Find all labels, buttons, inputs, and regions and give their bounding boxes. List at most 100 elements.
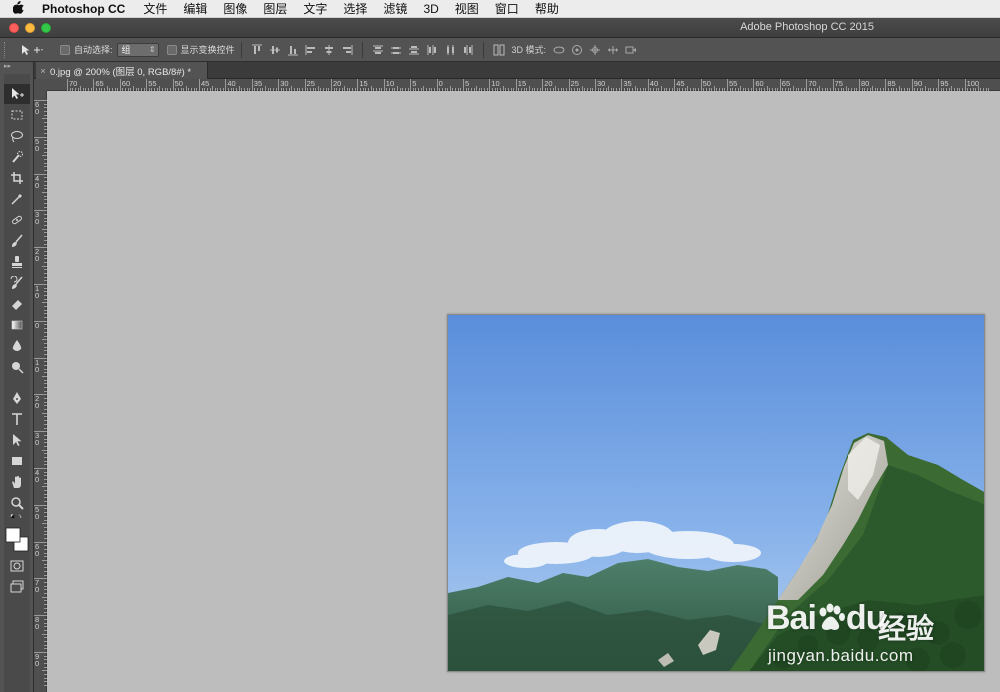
close-tab-icon[interactable]: × [36,66,50,76]
crop-tool-button[interactable] [4,168,30,188]
menu-app-name[interactable]: Photoshop CC [36,0,135,18]
ruler-label: 10 [491,79,500,88]
distribute-bottom-icon[interactable] [405,42,423,58]
ruler-tick [262,88,264,91]
distribute-top-icon[interactable] [369,42,387,58]
horizontal-ruler[interactable]: 70 65 60 55 50 45 40 35 30 25 20 15 10 5 0 5 10 15 20 25 30 3… [47,79,1000,91]
menu-view[interactable]: 视图 [447,0,487,18]
ruler-tick [148,88,150,91]
ruler-tick [729,88,731,91]
ruler-tick [621,79,623,91]
ruler-tick [895,88,897,91]
marquee-tool-button[interactable] [4,105,30,125]
menu-filter[interactable]: 滤镜 [375,0,415,18]
document-image[interactable] [447,314,985,672]
healing-brush-tool-button[interactable] [4,210,30,230]
tools-panel-collapse-icon[interactable]: ▸▸ [0,62,33,72]
ruler-tick [666,88,668,91]
ruler-tick [671,88,673,91]
distribute-hcenter-icon[interactable] [441,42,459,58]
ruler-tick [299,88,301,91]
blur-tool-button[interactable] [4,336,30,356]
distribute-left-icon[interactable] [423,42,441,58]
lasso-tool-button[interactable] [4,126,30,146]
menu-type[interactable]: 文字 [295,0,335,18]
menu-select[interactable]: 选择 [335,0,375,18]
tool-preset-picker[interactable] [12,41,52,59]
ruler-tick [777,88,779,91]
gradient-tool-button[interactable] [4,315,30,335]
ruler-tick [745,88,747,91]
screen-mode-button[interactable] [4,577,30,597]
ruler-tick [34,210,47,212]
menu-edit[interactable]: 编辑 [175,0,215,18]
align-hcenter-icon[interactable] [320,42,338,58]
eyedropper-tool-button[interactable] [4,189,30,209]
apple-icon[interactable] [0,0,36,17]
ruler-tick [877,88,879,91]
color-swatches[interactable] [4,524,30,554]
brush-tool-button[interactable] [4,231,30,251]
shape-tool-button[interactable] [4,451,30,471]
ruler-tick [140,88,142,91]
show-transform-checkbox[interactable] [166,44,177,55]
distribute-right-icon[interactable] [459,42,477,58]
dodge-tool-button[interactable] [4,357,30,377]
ruler-tick [748,88,750,91]
vertical-ruler[interactable]: 60 50 40 30 20 10 0 10 20 30 40 50 60 70 80 90 [34,91,47,692]
options-bar-grip[interactable] [4,41,12,58]
align-left-icon[interactable] [302,42,320,58]
ruler-tick [542,79,544,91]
ruler-tick [861,88,863,91]
ruler-tick [903,88,905,91]
move-tool-button[interactable] [4,84,30,104]
ruler-tick [917,88,919,91]
auto-select-dropdown[interactable]: 组 [116,42,159,57]
distribute-vcenter-icon[interactable] [387,42,405,58]
menu-window[interactable]: 窗口 [487,0,527,18]
ruler-tick [235,88,237,91]
ruler-tick [88,88,90,91]
history-brush-tool-button[interactable] [4,273,30,293]
ruler-tick [610,88,612,91]
hand-tool-button[interactable] [4,472,30,492]
align-right-icon[interactable] [338,42,356,58]
window-minimize-button[interactable] [25,23,35,33]
auto-select-checkbox[interactable] [60,44,70,55]
align-vcenter-icon[interactable] [266,42,284,58]
path-select-tool-button[interactable] [4,430,30,450]
menu-image[interactable]: 图像 [215,0,255,18]
ruler-tick [220,88,222,91]
type-tool-button[interactable] [4,409,30,429]
menu-layer[interactable]: 图层 [255,0,295,18]
quick-select-tool-button[interactable] [4,147,30,167]
ruler-tick [109,88,111,91]
ruler-tick [404,88,406,91]
ruler-tick [521,88,523,91]
align-bottom-icon[interactable] [284,42,302,58]
pen-tool-button[interactable] [4,388,30,408]
auto-align-layers-icon[interactable] [490,42,508,58]
ruler-tick [563,88,565,91]
clone-stamp-tool-button[interactable] [4,252,30,272]
ruler-tick [885,79,887,91]
eraser-tool-button[interactable] [4,294,30,314]
ruler-tick [238,86,240,91]
menu-file[interactable]: 文件 [135,0,175,18]
ruler-origin[interactable] [34,79,47,91]
ruler-tick [848,88,850,91]
ruler-tick [199,79,200,91]
3d-rotate-icon[interactable] [550,42,568,58]
align-top-icon[interactable] [248,42,266,58]
window-close-button[interactable] [9,23,19,33]
3d-slide-icon[interactable] [604,42,622,58]
window-zoom-button[interactable] [41,23,51,33]
menu-help[interactable]: 帮助 [527,0,567,18]
quick-mask-button[interactable] [4,556,30,576]
3d-scale-icon[interactable] [622,42,640,58]
menu-3d[interactable]: 3D [415,0,446,18]
document-tab[interactable]: × 0.jpg @ 200% (图层 0, RGB/8#) * [36,62,208,79]
3d-pan-icon[interactable] [586,42,604,58]
3d-roll-icon[interactable] [568,42,586,58]
default-colors-icon[interactable] [4,511,30,523]
